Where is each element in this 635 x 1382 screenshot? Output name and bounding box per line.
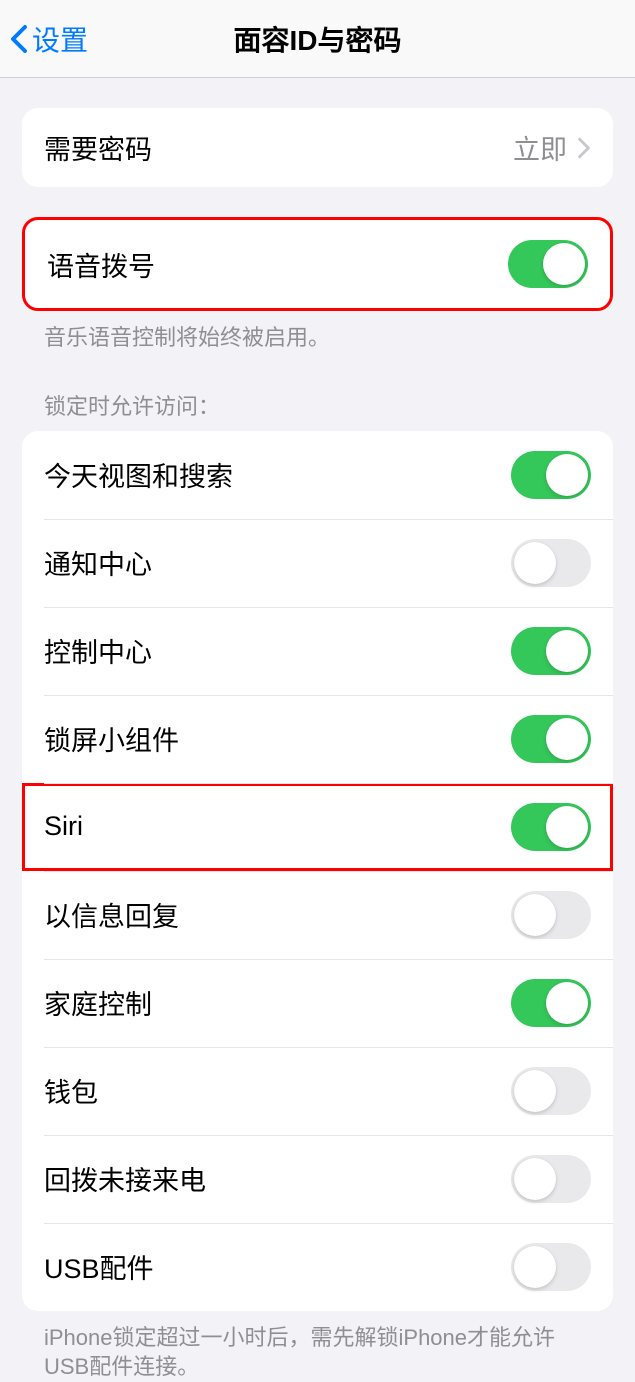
navbar: 设置 面容ID与密码 (0, 0, 635, 78)
control-center-row[interactable]: 控制中心 (22, 607, 613, 695)
page-title: 面容ID与密码 (233, 19, 401, 59)
voice-dial-group: 语音拨号 (22, 217, 613, 311)
home-control-label: 家庭控制 (44, 983, 152, 1022)
reply-with-message-toggle[interactable] (511, 891, 591, 939)
siri-toggle[interactable] (511, 803, 591, 851)
require-passcode-row[interactable]: 需要密码 立即 (22, 108, 613, 187)
wallet-label: 钱包 (44, 1071, 98, 1110)
control-center-label: 控制中心 (44, 631, 152, 670)
usb-accessories-label: USB配件 (44, 1247, 154, 1286)
back-button[interactable]: 设置 (10, 19, 88, 59)
today-view-row[interactable]: 今天视图和搜索 (22, 431, 613, 519)
require-passcode-value: 立即 (513, 128, 591, 167)
today-view-label: 今天视图和搜索 (44, 455, 233, 494)
today-view-toggle[interactable] (511, 451, 591, 499)
voice-dial-row[interactable]: 语音拨号 (25, 220, 610, 308)
voice-dial-toggle[interactable] (508, 240, 588, 288)
reply-with-message-row[interactable]: 以信息回复 (22, 871, 613, 959)
notification-center-label: 通知中心 (44, 543, 152, 582)
lock-screen-widgets-label: 锁屏小组件 (44, 719, 179, 758)
lock-screen-widgets-row[interactable]: 锁屏小组件 (22, 695, 613, 783)
home-control-row[interactable]: 家庭控制 (22, 959, 613, 1047)
require-passcode-group: 需要密码 立即 (22, 108, 613, 187)
lock-screen-widgets-toggle[interactable] (511, 715, 591, 763)
voice-dial-footer: 音乐语音控制将始终被启用。 (22, 311, 613, 353)
siri-row[interactable]: Siri (22, 783, 613, 871)
usb-accessories-toggle[interactable] (511, 1243, 591, 1291)
return-missed-calls-toggle[interactable] (511, 1155, 591, 1203)
notification-center-row[interactable]: 通知中心 (22, 519, 613, 607)
lock-access-header: 锁定时允许访问： (22, 389, 613, 421)
voice-dial-label: 语音拨号 (47, 245, 155, 284)
control-center-toggle[interactable] (511, 627, 591, 675)
reply-with-message-label: 以信息回复 (44, 895, 179, 934)
usb-accessories-row[interactable]: USB配件 (22, 1223, 613, 1311)
return-missed-calls-label: 回拨未接来电 (44, 1159, 206, 1198)
lock-access-footer: iPhone锁定超过一小时后，需先解锁iPhone才能允许USB配件连接。 (22, 1311, 613, 1382)
home-control-toggle[interactable] (511, 979, 591, 1027)
chevron-left-icon (10, 24, 28, 54)
wallet-toggle[interactable] (511, 1067, 591, 1115)
lock-access-group: 今天视图和搜索 通知中心 控制中心 锁屏小组件 Siri 以信息回复 家庭控制 (22, 431, 613, 1311)
back-label: 设置 (32, 19, 88, 59)
notification-center-toggle[interactable] (511, 539, 591, 587)
return-missed-calls-row[interactable]: 回拨未接来电 (22, 1135, 613, 1223)
siri-label: Siri (44, 811, 83, 842)
wallet-row[interactable]: 钱包 (22, 1047, 613, 1135)
require-passcode-label: 需要密码 (44, 128, 152, 167)
chevron-right-icon (577, 137, 591, 159)
